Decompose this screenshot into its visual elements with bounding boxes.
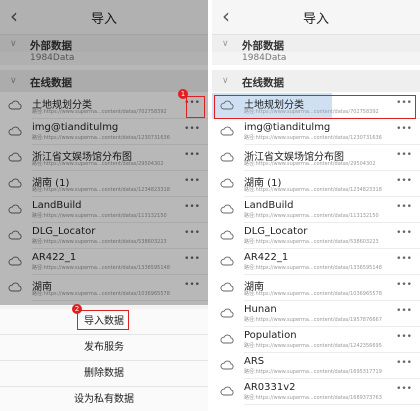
chevron-down-icon: ∨: [222, 76, 229, 86]
right-screen: ‹ 导入 ∨ 外部数据 1984Data ∨ 在线数据 土地规划分类 路径:htt…: [212, 0, 420, 411]
item-name: LandBuild: [244, 200, 294, 211]
cloud-icon: [220, 386, 234, 396]
set-private-button[interactable]: 设为私有数据: [0, 387, 208, 411]
item-path: 路径:https://www.superma...content/datas/1…: [244, 135, 382, 141]
item-name: DLG_Locator: [244, 226, 308, 237]
list-item[interactable]: 湖南 (1) 路径:https://www.superma...content/d…: [212, 171, 420, 197]
page-title: 导入: [302, 12, 329, 27]
item-path: 路径:https://www.superma...content/datas/1…: [244, 265, 382, 271]
cloud-icon: [220, 256, 234, 266]
list-item[interactable]: Hunan 路径:https://www.superma...content/da…: [212, 301, 420, 327]
list-item[interactable]: AR0331v2 路径:https://www.superma...content…: [212, 379, 420, 405]
more-dots-icon[interactable]: •••: [396, 332, 412, 342]
annotation-box-more: [186, 96, 205, 118]
cloud-icon: [220, 126, 234, 136]
cloud-icon: [220, 152, 234, 162]
more-dots-icon[interactable]: •••: [396, 150, 412, 160]
more-dots-icon[interactable]: •••: [396, 254, 412, 264]
list-item[interactable]: img@tianditulmg 路径:https://www.superma...…: [212, 119, 420, 145]
annotation-badge-2: 2: [72, 304, 82, 314]
list-item[interactable]: ARS 路径:https://www.superma...content/data…: [212, 353, 420, 379]
item-path: 路径:https://www.superma...content/datas/1…: [244, 317, 382, 323]
item-path: 路径:https://www.superma...content/datas/1…: [244, 291, 382, 297]
more-dots-icon[interactable]: •••: [396, 124, 412, 134]
list-item[interactable]: AR422_1 路径:https://www.superma...content/…: [212, 249, 420, 275]
item-path: 路径:https://www.superma...content/datas/1…: [244, 213, 379, 219]
more-dots-icon[interactable]: •••: [396, 384, 412, 394]
left-screen: ‹ 导入 ∨ 外部数据 1984Data ∨ 在线数据 土地规划分类 路径:htt…: [0, 0, 208, 411]
publish-service-button[interactable]: 发布服务: [0, 335, 208, 361]
item-path: 路径:https://www.superma...content/datas/1…: [244, 395, 382, 401]
external-data-header[interactable]: ∨ 外部数据: [212, 35, 420, 52]
cloud-icon: [220, 308, 234, 318]
external-data-partial-row: 1984Data: [212, 52, 420, 65]
annotation-box-row: [214, 95, 416, 119]
item-name: Population: [244, 330, 297, 341]
more-dots-icon[interactable]: •••: [396, 228, 412, 238]
item-path: 路径:https://www.superma...content/datas/2…: [244, 161, 376, 167]
annotation-badge-1: 1: [178, 89, 188, 99]
more-dots-icon[interactable]: •••: [396, 202, 412, 212]
cloud-icon: [220, 178, 234, 188]
item-path: 路径:https://www.superma...content/datas/1…: [244, 369, 382, 375]
delete-data-button[interactable]: 删除数据: [0, 361, 208, 387]
cloud-icon: [220, 230, 234, 240]
nav-bar: ‹ 导入: [212, 0, 420, 35]
cloud-icon: [220, 334, 234, 344]
list-item[interactable]: LandBuild 路径:https://www.superma...conten…: [212, 197, 420, 223]
cloud-icon: [220, 360, 234, 370]
item-name: AR422_1: [244, 252, 289, 263]
dim-overlay[interactable]: [0, 0, 208, 305]
chevron-down-icon: ∨: [222, 39, 229, 49]
more-dots-icon[interactable]: •••: [396, 306, 412, 316]
item-path: 路径:https://www.superma...content/datas/1…: [244, 187, 382, 193]
item-name: ARS: [244, 356, 265, 367]
online-data-header[interactable]: ∨ 在线数据: [212, 70, 420, 92]
more-dots-icon[interactable]: •••: [396, 358, 412, 368]
item-name: Hunan: [244, 304, 277, 315]
item-name: img@tianditulmg: [244, 122, 331, 133]
annotation-box-import: [77, 310, 129, 330]
list-item[interactable]: 浙江省文娱场馆分布图 路径:https://www.superma...conte…: [212, 145, 420, 171]
more-dots-icon[interactable]: •••: [396, 280, 412, 290]
item-path: 路径:https://www.superma...content/datas/1…: [244, 343, 382, 349]
cloud-icon: [220, 282, 234, 292]
item-path: 路径:https://www.superma...content/datas/5…: [244, 239, 379, 245]
row-divider: [244, 404, 420, 405]
list-item[interactable]: Population 路径:https://www.superma...conte…: [212, 327, 420, 353]
item-name: AR0331v2: [244, 382, 296, 393]
more-dots-icon[interactable]: •••: [396, 176, 412, 186]
list-item[interactable]: DLG_Locator 路径:https://www.superma...cont…: [212, 223, 420, 249]
cloud-icon: [220, 204, 234, 214]
list-item[interactable]: 湖南 路径:https://www.superma...content/datas…: [212, 275, 420, 301]
